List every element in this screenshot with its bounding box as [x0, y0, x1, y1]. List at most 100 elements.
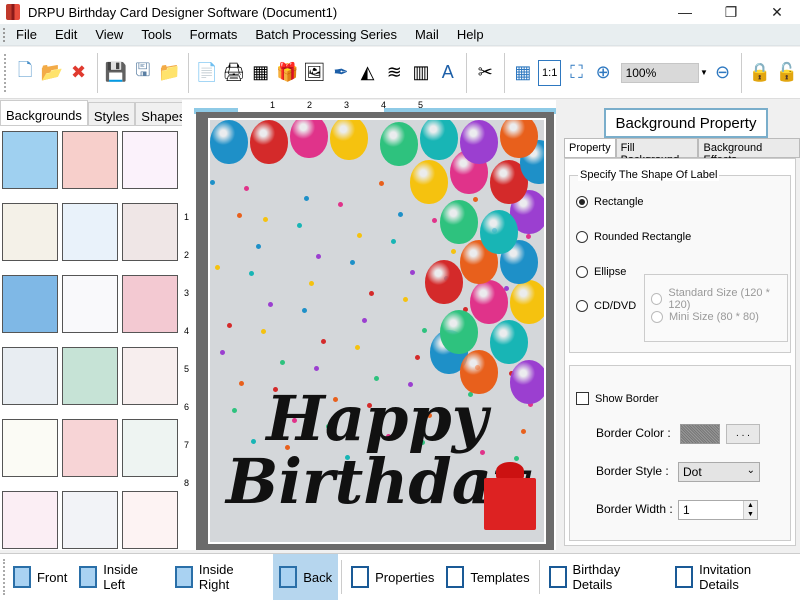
tab-styles[interactable]: Styles	[87, 102, 136, 125]
menu-view[interactable]: View	[86, 27, 132, 42]
spin-buttons[interactable]: ▲ ▼	[743, 501, 757, 519]
radio-rounded-rectangle[interactable]: Rounded Rectangle	[576, 231, 691, 243]
actual-size-icon[interactable]: 1:1	[538, 59, 562, 86]
radio-standard-size[interactable]: Standard Size (120 * 120)	[651, 287, 787, 311]
menu-tools[interactable]: Tools	[132, 27, 180, 42]
background-thumbnail-pink-cupcakes[interactable]	[122, 275, 178, 333]
menu-mail[interactable]: Mail	[406, 27, 448, 42]
radio-button[interactable]	[651, 293, 663, 305]
fit-window-icon[interactable]: ⛶	[565, 60, 588, 86]
zoom-out-icon[interactable]: ⊖	[711, 60, 734, 86]
background-thumbnail-kids-drawing[interactable]	[62, 203, 118, 261]
background-thumbnail-faded-flowers[interactable]	[122, 347, 178, 405]
open-template-icon[interactable]: 📁	[158, 60, 181, 86]
close-button[interactable]: ✕	[754, 0, 800, 24]
card-page[interactable]: Happy Birthday	[208, 118, 546, 544]
property-tabs: Property Fill Background Background Effe…	[564, 138, 800, 166]
radio-button[interactable]	[651, 311, 663, 323]
zoom-dropdown-icon[interactable]: ▼	[699, 68, 709, 77]
radio-label: Rounded Rectangle	[594, 231, 692, 243]
confetti-decoration	[422, 328, 427, 333]
background-thumbnail-balloon-bird[interactable]	[122, 203, 178, 261]
page-button-label: Birthday Details	[572, 562, 621, 592]
tab-fill-background[interactable]: Fill Background	[615, 138, 699, 166]
zoom-in-icon[interactable]: ⊕	[592, 60, 615, 86]
new-icon[interactable]: 🗋	[14, 60, 37, 86]
ruler-tick-label: 8	[184, 478, 190, 488]
signature-icon[interactable]: ✒	[330, 60, 353, 86]
background-thumbnail-stars-blue[interactable]	[2, 275, 58, 333]
radio-button[interactable]	[576, 300, 588, 312]
show-border-checkbox[interactable]: Show Border	[576, 392, 659, 405]
radio-ellipse[interactable]: Ellipse	[576, 266, 626, 278]
properties-icon[interactable]: 📄	[196, 60, 219, 86]
text-icon[interactable]: A	[436, 60, 459, 86]
inside-left-icon	[79, 566, 98, 588]
background-thumbnail-hearts-outline[interactable]	[2, 491, 58, 549]
toolbar-separator	[187, 52, 189, 93]
radio-rectangle[interactable]: Rectangle	[576, 196, 644, 208]
background-thumbnail-flowers[interactable]	[2, 203, 58, 261]
background-thumbnail-happy-birthday-text[interactable]	[2, 419, 58, 477]
balloon-decoration	[290, 120, 328, 158]
save-as-icon[interactable]: 🖫	[131, 60, 154, 86]
page-button-properties[interactable]: Properties	[345, 554, 440, 600]
radio-button[interactable]	[576, 196, 588, 208]
radio-cd-dvd[interactable]: CD/DVD	[576, 300, 636, 312]
radio-button[interactable]	[576, 266, 588, 278]
layers-icon[interactable]: ▦	[249, 60, 272, 86]
save-icon[interactable]: 💾	[105, 60, 128, 86]
unlock-icon[interactable]: 🔓	[775, 60, 798, 86]
grid-icon[interactable]: ▦	[512, 60, 535, 86]
background-property-button[interactable]: Background Property	[604, 108, 768, 138]
page-button-inside-left[interactable]: Inside Left	[73, 554, 169, 600]
lock-icon[interactable]: 🔒	[749, 60, 772, 86]
background-thumbnail-sky-clouds[interactable]	[2, 131, 58, 189]
cut-icon[interactable]: ✂	[474, 60, 497, 86]
page-button-templates[interactable]: Templates	[440, 554, 535, 600]
menu-edit[interactable]: Edit	[46, 27, 86, 42]
page-button-front[interactable]: Front	[7, 554, 73, 600]
page-button-label: Templates	[470, 569, 530, 585]
background-thumbnail-balloons-colorful[interactable]	[122, 419, 178, 477]
bottom-bar: Front Inside Left Inside Right Back Properti…	[0, 553, 800, 600]
radio-mini-size[interactable]: Mini Size (80 * 80)	[651, 311, 759, 323]
barcode-icon[interactable]: ▥	[410, 60, 433, 86]
border-color-picker-button[interactable]: . . .	[726, 424, 760, 444]
page-button-back[interactable]: Back	[273, 554, 339, 600]
print-icon[interactable]: 🖨	[222, 60, 245, 86]
background-thumbnail-butterflies[interactable]	[122, 131, 178, 189]
zoom-level-input[interactable]: 100%	[620, 62, 699, 83]
menu-file[interactable]: File	[7, 27, 46, 42]
border-color-swatch[interactable]	[680, 424, 720, 444]
close-doc-icon[interactable]: ✖	[67, 60, 90, 86]
confetti-decoration	[309, 281, 314, 286]
background-thumbnail-pink-texture[interactable]	[62, 131, 118, 189]
background-thumbnail-balloons-sketch[interactable]	[62, 275, 118, 333]
page-button-inside-right[interactable]: Inside Right	[169, 554, 273, 600]
open-icon[interactable]: 📂	[40, 60, 63, 86]
checkbox[interactable]	[576, 392, 589, 405]
page-button-invitation-details[interactable]: Invitation Details	[669, 554, 800, 600]
tab-background-effects[interactable]: Background Effects	[698, 138, 800, 166]
tab-property[interactable]: Property	[564, 138, 616, 157]
border-style-select[interactable]: Dot ⌄	[678, 462, 760, 482]
menu-batch-processing[interactable]: Batch Processing Series	[246, 27, 406, 42]
border-width-stepper[interactable]: 1 ▲ ▼	[678, 500, 758, 520]
image-icon[interactable]: 🖼	[303, 60, 326, 86]
background-thumbnail-gray-pattern[interactable]	[2, 347, 58, 405]
background-thumbnail-pink-stripes[interactable]	[62, 419, 118, 477]
radio-button[interactable]	[576, 231, 588, 243]
menu-help[interactable]: Help	[448, 27, 493, 42]
shapes-icon[interactable]: ◭	[356, 60, 379, 86]
minimize-button[interactable]: —	[662, 0, 708, 24]
watermark-icon[interactable]: ≋	[383, 60, 406, 86]
restore-button[interactable]: ❐	[708, 0, 754, 24]
background-thumbnail-red-hearts[interactable]	[122, 491, 178, 549]
page-button-birthday-details[interactable]: Birthday Details	[543, 554, 670, 600]
menu-formats[interactable]: Formats	[181, 27, 247, 42]
background-thumbnail-rainbow-hearts[interactable]	[62, 347, 118, 405]
background-thumbnail-balloon-bunches[interactable]	[62, 491, 118, 549]
gift-icon[interactable]: 🎁	[276, 60, 299, 86]
tab-backgrounds[interactable]: Backgrounds	[0, 100, 88, 125]
